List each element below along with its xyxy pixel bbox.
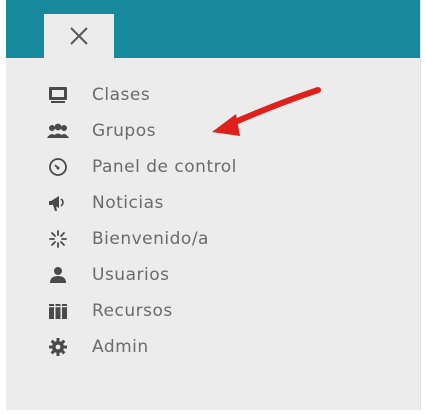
dashboard-icon — [46, 155, 70, 179]
menu-item-label: Grupos — [92, 121, 156, 141]
megaphone-icon — [46, 191, 70, 215]
menu-item-bienvenido[interactable]: Bienvenido/a — [46, 222, 366, 256]
menu-item-recursos[interactable]: Recursos — [46, 294, 366, 328]
menu-item-label: Usuarios — [92, 265, 170, 285]
annotation-arrow-icon — [212, 87, 321, 136]
menu-item-label: Bienvenido/a — [92, 229, 209, 249]
close-menu-button[interactable] — [44, 14, 114, 58]
menu-item-label: Noticias — [92, 193, 164, 213]
close-icon — [44, 14, 114, 58]
side-menu-panel: Clases Grupos Panel de control Noticias … — [6, 0, 421, 410]
gear-icon — [46, 335, 70, 359]
menu-item-label: Clases — [92, 85, 151, 105]
menu-item-label: Admin — [92, 337, 149, 357]
user-icon — [46, 263, 70, 287]
menu-item-label: Recursos — [92, 301, 173, 321]
menu-item-label: Panel de control — [92, 157, 237, 177]
books-icon — [46, 299, 70, 323]
sparkle-icon — [46, 227, 70, 251]
menu-item-usuarios[interactable]: Usuarios — [46, 258, 366, 292]
classroom-icon — [46, 83, 70, 107]
menu-item-noticias[interactable]: Noticias — [46, 186, 366, 220]
menu-item-admin[interactable]: Admin — [46, 330, 366, 364]
group-icon — [46, 119, 70, 143]
menu-item-panel-de-control[interactable]: Panel de control — [46, 150, 366, 184]
